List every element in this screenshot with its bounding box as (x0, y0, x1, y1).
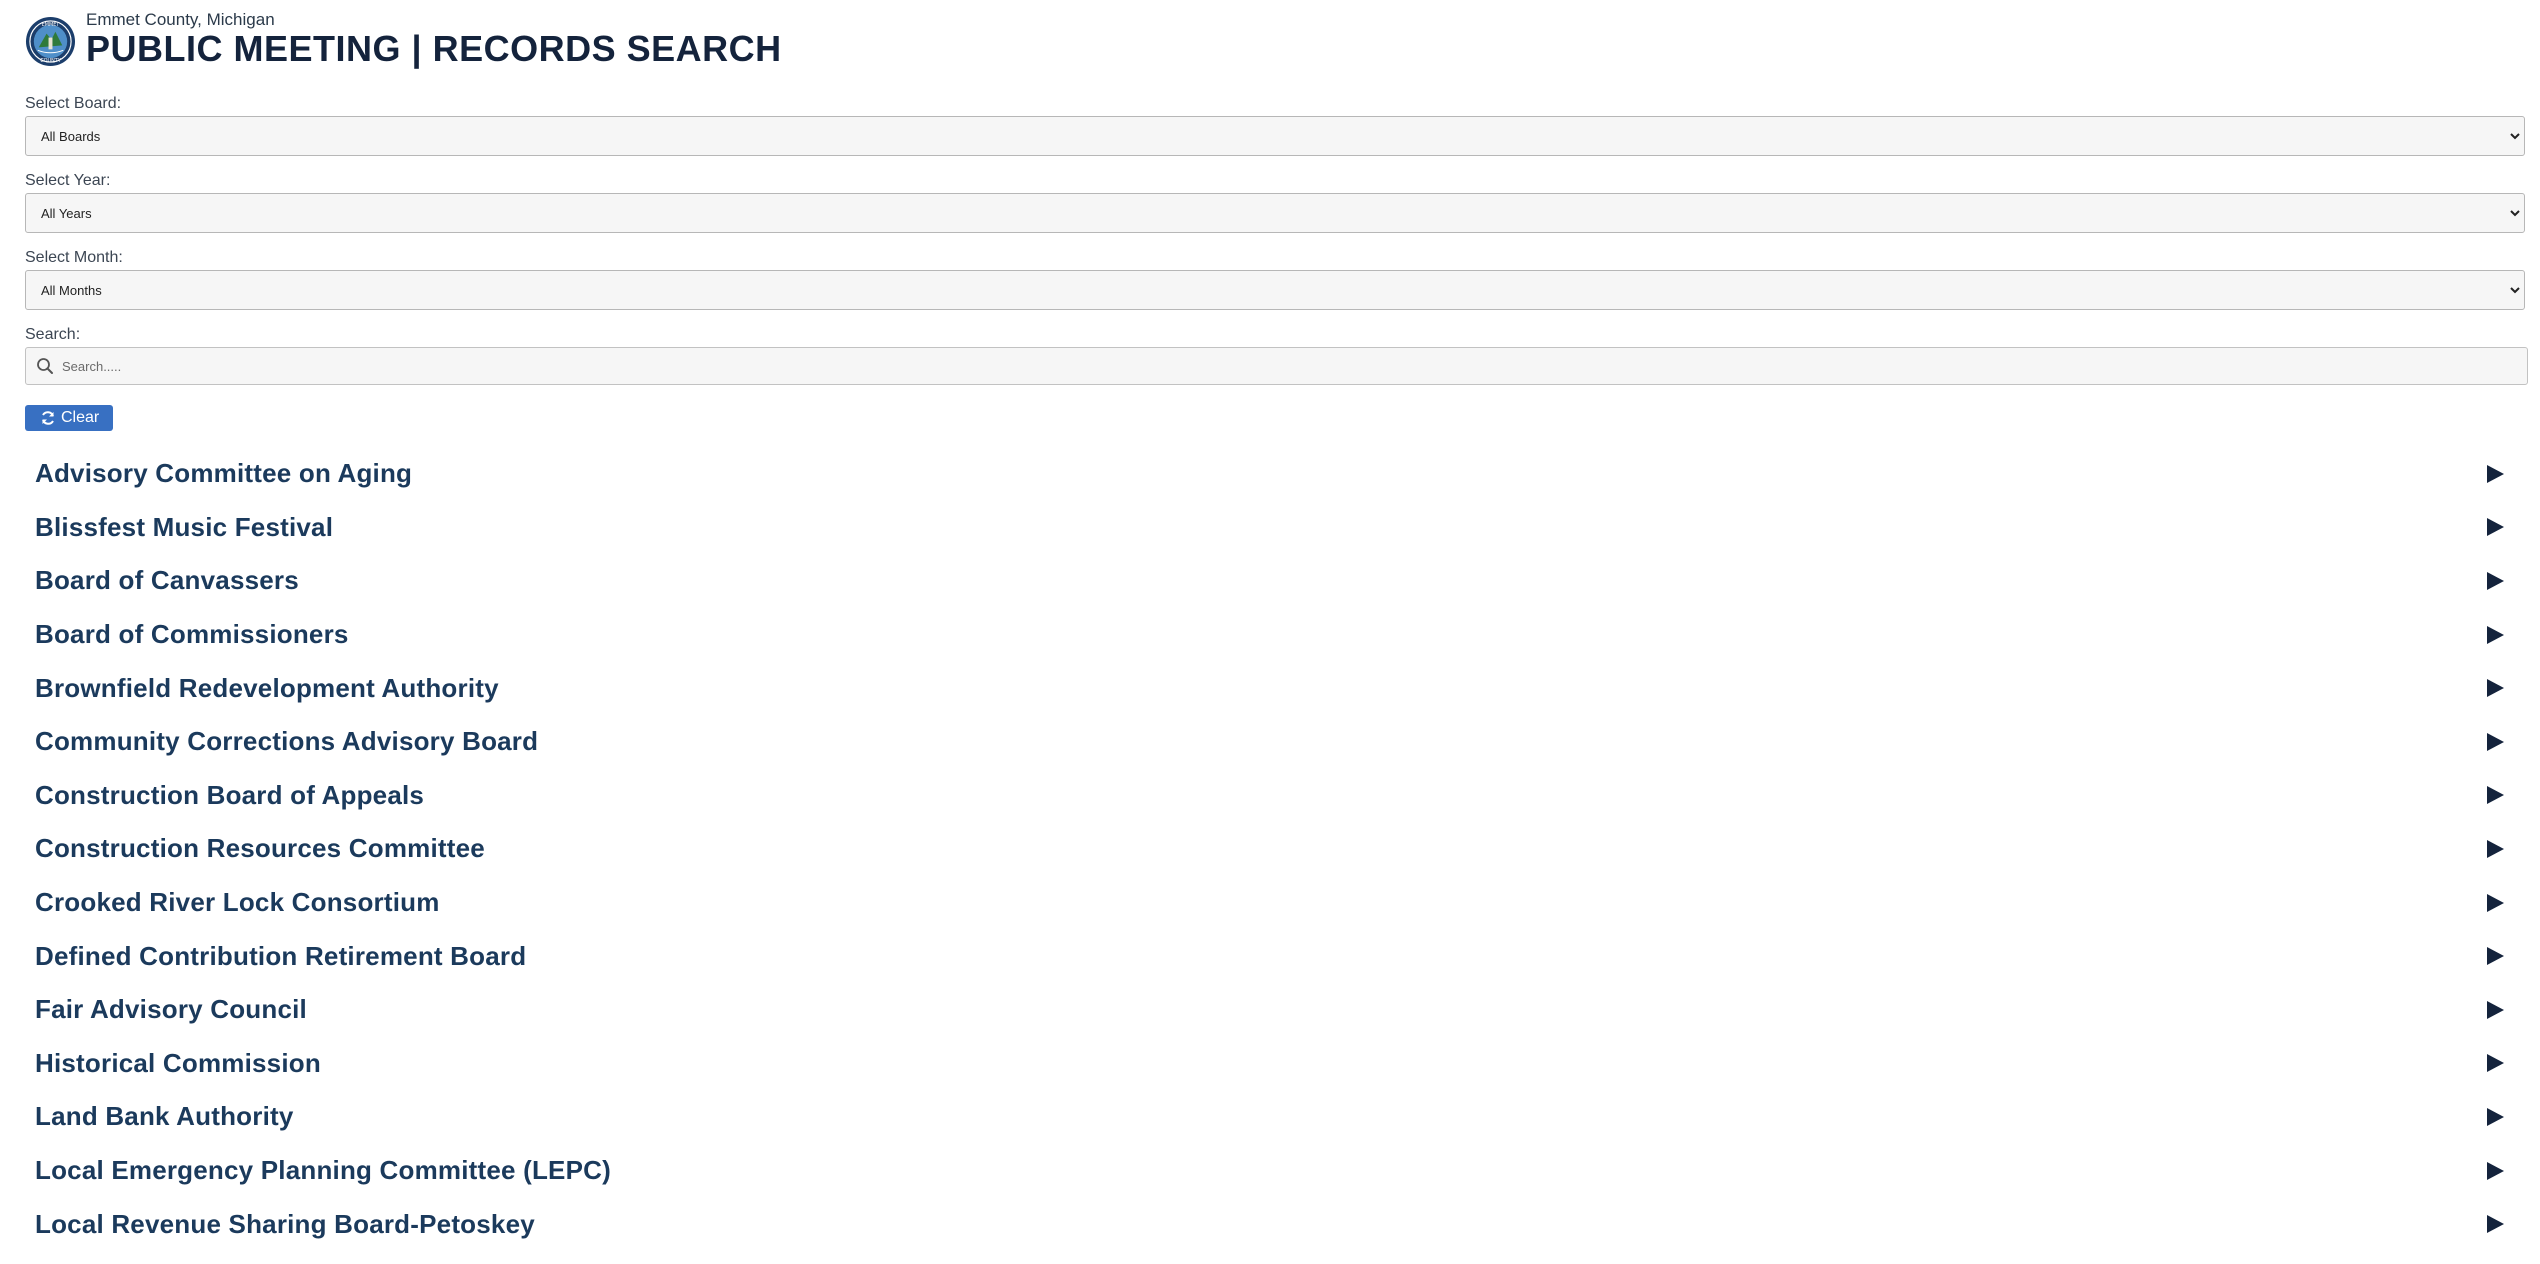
svg-text:EMMET: EMMET (42, 21, 60, 27)
board-item[interactable]: Board of Commissioners (25, 608, 2525, 662)
search-icon (37, 358, 53, 374)
search-box (25, 347, 2528, 385)
board-item-label: Local Emergency Planning Committee (LEPC… (35, 1155, 611, 1186)
board-item[interactable]: Community Corrections Advisory Board (25, 715, 2525, 769)
board-item[interactable]: Blissfest Music Festival (25, 501, 2525, 555)
board-item[interactable]: Board of Canvassers (25, 554, 2525, 608)
board-item[interactable]: Construction Resources Committee (25, 822, 2525, 876)
board-item-label: Advisory Committee on Aging (35, 458, 413, 489)
select-year-label: Select Year: (25, 172, 111, 189)
select-board-label: Select Board: (25, 95, 122, 112)
header: EMMET COUNTY Emmet County, Michigan PUBL… (25, 0, 2515, 78)
board-item-label: Brownfield Redevelopment Authority (35, 672, 499, 703)
expand-arrow-icon[interactable] (2484, 1106, 2506, 1128)
board-item[interactable]: Local Emergency Planning Committee (LEPC… (25, 1144, 2525, 1198)
board-item[interactable]: Local Revenue Sharing Board-Petoskey (25, 1197, 2525, 1251)
expand-arrow-icon[interactable] (2484, 1052, 2506, 1074)
county-seal-icon: EMMET COUNTY (25, 16, 76, 66)
board-item-label: Board of Commissioners (35, 619, 349, 650)
board-item[interactable]: Land Bank Authority (25, 1090, 2525, 1144)
board-item[interactable]: Historical Commission (25, 1037, 2525, 1091)
board-item-label: Community Corrections Advisory Board (35, 726, 539, 757)
board-item-label: Land Bank Authority (35, 1101, 294, 1132)
board-item-label: Construction Board of Appeals (35, 779, 425, 810)
board-item-label: Construction Resources Committee (35, 833, 485, 864)
expand-arrow-icon[interactable] (2484, 1160, 2506, 1182)
select-year-dropdown[interactable]: All Years (25, 193, 2525, 233)
board-item-label: Crooked River Lock Consortium (35, 887, 440, 918)
board-list: Advisory Committee on Aging Blissfest Mus… (25, 447, 2525, 1251)
select-board-dropdown[interactable]: All Boards (25, 116, 2525, 156)
board-item-label: Local Revenue Sharing Board-Petoskey (35, 1208, 535, 1239)
clear-button-label: Clear (61, 409, 100, 426)
expand-arrow-icon[interactable] (2484, 516, 2506, 538)
chevron-down-icon (2510, 133, 2520, 140)
county-subtitle: Emmet County, Michigan (86, 10, 275, 29)
board-item-label: Defined Contribution Retirement Board (35, 940, 527, 971)
board-item[interactable]: Advisory Committee on Aging (25, 447, 2525, 501)
expand-arrow-icon[interactable] (2484, 570, 2506, 592)
expand-arrow-icon[interactable] (2484, 677, 2506, 699)
search-label: Search: (25, 326, 81, 343)
expand-arrow-icon[interactable] (2484, 784, 2506, 806)
expand-arrow-icon[interactable] (2484, 945, 2506, 967)
board-item[interactable]: Fair Advisory Council (25, 983, 2525, 1037)
expand-arrow-icon[interactable] (2484, 624, 2506, 646)
select-month-label: Select Month: (25, 249, 123, 266)
board-item[interactable]: Construction Board of Appeals (25, 769, 2525, 823)
board-item-label: Board of Canvassers (35, 565, 299, 596)
chevron-down-icon (2510, 287, 2520, 294)
expand-arrow-icon[interactable] (2484, 1213, 2506, 1235)
expand-arrow-icon[interactable] (2484, 999, 2506, 1021)
select-board-value: All Boards (41, 128, 101, 144)
board-item-label: Blissfest Music Festival (35, 511, 334, 542)
chevron-down-icon (2510, 210, 2520, 217)
svg-text:COUNTY: COUNTY (40, 58, 60, 64)
board-item[interactable]: Crooked River Lock Consortium (25, 876, 2525, 930)
expand-arrow-icon[interactable] (2484, 731, 2506, 753)
board-item[interactable]: Brownfield Redevelopment Authority (25, 661, 2525, 715)
header-titles: Emmet County, Michigan PUBLIC MEETING | … (86, 9, 782, 69)
board-item-label: Historical Commission (35, 1047, 321, 1078)
expand-arrow-icon[interactable] (2484, 892, 2506, 914)
search-input[interactable] (58, 351, 2462, 381)
page: EMMET COUNTY Emmet County, Michigan PUBL… (0, 0, 2540, 1264)
board-item-label: Fair Advisory Council (35, 994, 307, 1025)
expand-arrow-icon[interactable] (2484, 838, 2506, 860)
select-year-value: All Years (41, 205, 92, 221)
select-month-value: All Months (41, 282, 102, 298)
page-title: PUBLIC MEETING | RECORDS SEARCH (86, 28, 782, 69)
board-item[interactable]: Defined Contribution Retirement Board (25, 929, 2525, 983)
refresh-icon (42, 411, 54, 425)
select-month-dropdown[interactable]: All Months (25, 270, 2525, 310)
expand-arrow-icon[interactable] (2484, 463, 2506, 485)
clear-button[interactable]: Clear (25, 405, 114, 431)
